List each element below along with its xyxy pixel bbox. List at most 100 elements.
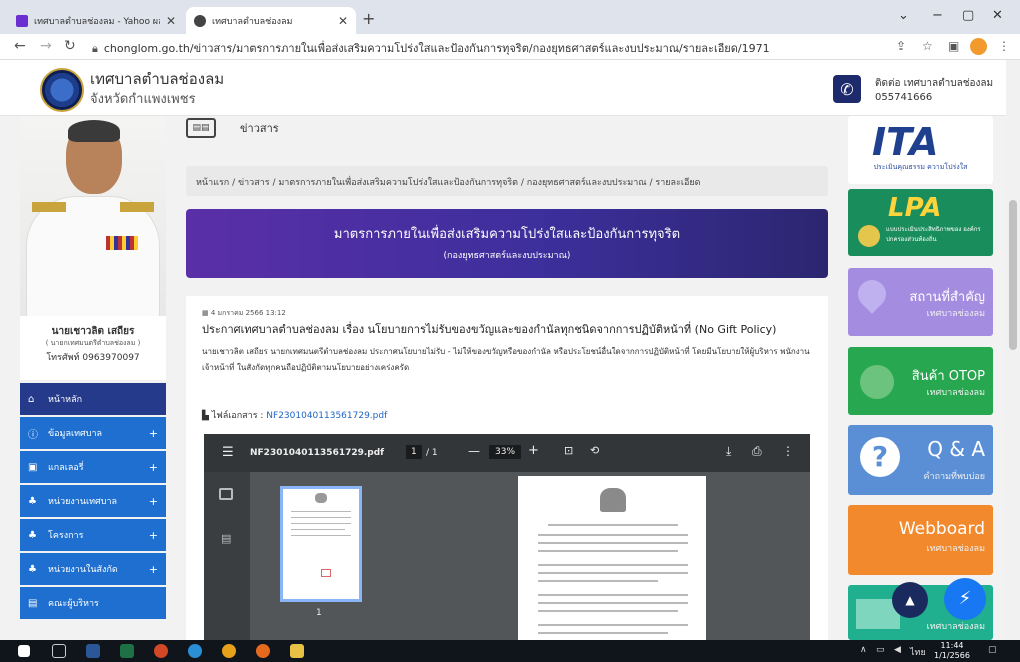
zoom-out-icon[interactable]: —	[468, 444, 480, 458]
sidebar-item-gallery[interactable]: ▣ แกลเลอรี่ +	[20, 451, 166, 485]
scroll-top-button[interactable]: ▲	[892, 582, 928, 618]
contact-number[interactable]: 055741666	[875, 92, 932, 103]
new-tab-button[interactable]: +	[362, 9, 375, 28]
plus-icon[interactable]: +	[149, 427, 158, 440]
sidebar-item-home[interactable]: ⌂ หน้าหลัก	[20, 383, 166, 417]
seal-icon	[858, 225, 880, 247]
tab-search-icon[interactable]: ⌄	[898, 8, 909, 23]
edge-icon[interactable]	[188, 644, 202, 658]
site-province: จังหวัดกำแพงเพชร	[90, 92, 196, 107]
side-panel-icon[interactable]: ▣	[948, 39, 959, 53]
forward-arrow-icon[interactable]: →	[40, 38, 52, 54]
download-icon[interactable]: ⤓	[726, 444, 731, 459]
sidebar-item-executives[interactable]: ▤ คณะผู้บริหาร	[20, 587, 166, 621]
pdf-zoom-input[interactable]: 33%	[489, 445, 522, 459]
attachment-link[interactable]: NF2301040113561729.pdf	[266, 411, 387, 421]
ita-banner[interactable]: ITA ประเมินคุณธรรม ความโปร่งใส	[848, 116, 993, 184]
powerpoint-icon[interactable]	[154, 644, 168, 658]
profile-avatar[interactable]	[970, 38, 987, 55]
article-date: ▦ 4 มกราคม 2566 13:12	[202, 308, 286, 319]
plus-icon[interactable]: +	[149, 563, 158, 576]
landmarks-banner[interactable]: สถานที่สำคัญ เทศบาลช่องลม	[848, 268, 993, 336]
tray-arrow-icon[interactable]: ∧	[860, 645, 867, 655]
print-icon[interactable]: ⎙	[752, 444, 762, 459]
mayor-role: ( นายกเทศมนตรีตำบลช่องลม )	[45, 339, 141, 347]
zoom-in-icon[interactable]: +	[528, 443, 539, 458]
maximize-button[interactable]: ▢	[962, 8, 974, 23]
webboard-banner[interactable]: Webboard เทศบาลช่องลม	[848, 505, 993, 575]
phone-icon[interactable]: ✆	[833, 75, 861, 103]
home-icon: ⌂	[28, 393, 35, 405]
lock-icon: 🔒︎	[92, 42, 98, 55]
pdf-viewer[interactable]: ☰ NF2301040113561729.pdf 1 / 1 — 33% + ⊡…	[204, 434, 810, 641]
mayor-card: นายเชาวลิต เสถียร ( นายกเทศมนตรีตำบลช่อง…	[20, 116, 166, 380]
section-banner: มาตรการภายในเพื่อส่งเสริมความโปร่งใสและป…	[186, 209, 828, 278]
browser-tab-yahoo[interactable]: เทศบาลตำบลช่องลม - Yahoo ผลค้นห ✕	[8, 7, 184, 34]
plus-icon[interactable]: +	[149, 461, 158, 474]
chrome-icon[interactable]	[222, 644, 236, 658]
outline-icon[interactable]: ▤	[221, 532, 231, 545]
close-window-button[interactable]: ✕	[992, 8, 1003, 23]
sidebar-item-affiliates[interactable]: ♣ หน่วยงานในสังกัด +	[20, 553, 166, 587]
otop-banner[interactable]: สินค้า OTOP เทศบาลช่องลม	[848, 347, 993, 415]
lpa-banner[interactable]: LPA แบบประเมินประสิทธิภาพของ องค์กรปกครอ…	[848, 189, 993, 256]
banner-subtitle: (กองยุทธศาสตร์และงบประมาณ)	[443, 251, 571, 261]
executive-icon: ▤	[28, 597, 38, 609]
fit-page-icon[interactable]: ⊡	[564, 444, 573, 457]
browser-tab-bar: เทศบาลตำบลช่องลม - Yahoo ผลค้นห ✕ เทศบาล…	[0, 0, 1020, 34]
org-icon: ♣	[28, 495, 37, 507]
article-body: นายเชาวลิต เสถียร นายกเทศมนตรีตำบลช่องลม…	[202, 347, 810, 372]
scrollbar-thumb[interactable]	[1009, 200, 1017, 350]
lpa-title: LPA	[888, 193, 942, 223]
thumbnails-icon[interactable]	[219, 488, 233, 500]
minimize-button[interactable]: −	[932, 8, 943, 23]
close-tab-icon[interactable]: ✕	[166, 14, 176, 28]
messenger-icon[interactable]: ⚡︎	[944, 578, 986, 620]
close-tab-icon[interactable]: ✕	[338, 14, 348, 28]
pdf-thumbnail[interactable]	[280, 486, 362, 602]
sidebar-item-label: หน่วยงานในสังกัด	[48, 565, 118, 575]
volume-icon[interactable]: ◀︎	[894, 645, 901, 655]
language-indicator[interactable]: ไทย	[910, 645, 926, 659]
qa-banner[interactable]: ? Q & A คำถามที่พบบ่อย	[848, 425, 993, 495]
rotate-icon[interactable]: ⟲	[590, 444, 599, 457]
back-arrow-icon[interactable]: ←	[14, 38, 26, 54]
sidebar-item-projects[interactable]: ♣ โครงการ +	[20, 519, 166, 553]
windows-start-icon[interactable]	[18, 645, 30, 657]
pdf-page-input[interactable]: 1	[406, 445, 422, 459]
plus-icon[interactable]: +	[149, 529, 158, 542]
sidebar-item-label: โครงการ	[48, 531, 84, 541]
share-icon[interactable]: ⇪	[896, 39, 906, 53]
otop-subtitle: เทศบาลช่องลม	[926, 388, 985, 398]
municipality-logo-icon[interactable]	[40, 68, 84, 112]
sidebar-item-info[interactable]: ⓘ ข้อมูลเทศบาล +	[20, 417, 166, 451]
pdf-menu-icon[interactable]: ☰	[222, 445, 234, 460]
excel-icon[interactable]	[120, 644, 134, 658]
location-pin-icon	[852, 274, 892, 314]
site-name[interactable]: เทศบาลตำบลช่องลม	[90, 72, 224, 87]
plus-icon[interactable]: +	[149, 495, 158, 508]
firefox-icon[interactable]	[256, 644, 270, 658]
mayor-photo	[20, 116, 166, 316]
page-title: ข่าวสาร	[240, 122, 279, 135]
affiliate-icon: ♣	[28, 563, 37, 575]
pdf-page	[518, 476, 706, 641]
breadcrumb[interactable]: หน้าแรก / ข่าวสาร / มาตรการภายในเพื่อส่ง…	[186, 166, 828, 196]
attachment-row: ▙ ไฟล์เอกสาร : NF2301040113561729.pdf	[202, 408, 387, 422]
browser-tab-active[interactable]: เทศบาลตำบลช่องลม ✕	[186, 7, 356, 34]
browser-menu-icon[interactable]: ⋮	[998, 39, 1010, 53]
page-scrollbar[interactable]	[1006, 60, 1020, 640]
file-explorer-icon[interactable]	[290, 644, 304, 658]
sidebar-item-departments[interactable]: ♣ หน่วยงานเทศบาล +	[20, 485, 166, 519]
notification-icon[interactable]: ▢	[988, 645, 997, 655]
task-view-icon[interactable]	[52, 644, 66, 658]
url-field[interactable]: 🔒︎ chonglom.go.th/ข่าวสาร/มาตรการภายในเพื…	[92, 39, 770, 57]
reload-icon[interactable]: ↻	[64, 38, 76, 54]
clock-date: 1/1/2566	[934, 651, 970, 660]
question-icon: ?	[860, 437, 900, 477]
taskbar-clock[interactable]: 11:44 1/1/2566	[934, 641, 970, 661]
bookmark-star-icon[interactable]: ☆	[922, 39, 933, 53]
more-options-icon[interactable]: ⋮	[782, 444, 794, 458]
word-icon[interactable]	[86, 644, 100, 658]
network-icon[interactable]: ▭	[876, 645, 885, 655]
